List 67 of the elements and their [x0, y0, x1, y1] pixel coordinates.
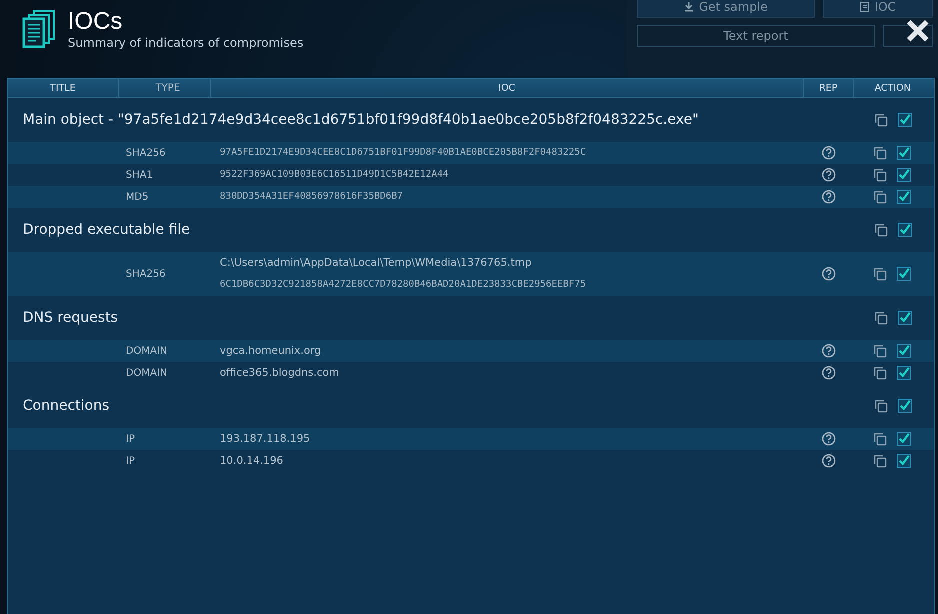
help-icon[interactable]: [822, 168, 836, 182]
ioc-type: SHA256: [126, 268, 166, 280]
checkbox[interactable]: [897, 267, 911, 281]
help-icon[interactable]: [822, 454, 836, 468]
copy-icon[interactable]: [875, 114, 888, 126]
help-icon[interactable]: [822, 366, 836, 380]
group-title: DNS requests: [23, 310, 118, 326]
ioc-type: SHA256: [126, 148, 166, 158]
copy-icon[interactable]: [875, 400, 888, 412]
document-icon: [860, 2, 870, 12]
copy-icon[interactable]: [874, 454, 887, 468]
checkbox[interactable]: [897, 432, 911, 446]
ioc-value: office365.blogdns.com: [220, 366, 340, 381]
checkbox[interactable]: [897, 366, 911, 380]
checkbox[interactable]: [897, 190, 911, 204]
ioc-type: SHA1: [126, 170, 154, 180]
copy-icon[interactable]: [874, 432, 887, 446]
ioc-type: DOMAIN: [126, 346, 168, 356]
background-button[interactable]: IOC: [823, 0, 933, 18]
ioc-type: IP: [126, 456, 135, 466]
ioc-value: 9522F369AC109B03E6C16511D49D1C5B42E12A44: [220, 168, 449, 182]
ioc-value: 97A5FE1D2174E9D34CEE8C1D6751BF01F99D8F40B1AE0BCE205B8F2F0483225C: [220, 146, 586, 160]
help-icon[interactable]: [822, 344, 836, 358]
copy-icon[interactable]: [875, 312, 888, 324]
download-icon: [684, 2, 694, 12]
ioc-value: vgca.homeunix.org: [220, 344, 322, 359]
background-button[interactable]: [883, 25, 933, 47]
ioc-value: 10.0.14.196: [220, 454, 284, 469]
copy-icon[interactable]: [874, 344, 887, 358]
ioc-type: MD5: [126, 192, 149, 202]
checkbox[interactable]: [897, 344, 911, 358]
checkbox[interactable]: [898, 223, 912, 237]
column-header: REP: [804, 79, 854, 97]
ioc-value: 6C1DB6C3D32C921858A4272E8CC7D78280B46BAD20A1DE23833CBE2956EEBF75: [220, 278, 586, 292]
close-icon[interactable]: [906, 19, 930, 43]
ioc-value: 193.187.118.195: [220, 432, 310, 447]
group-title: Connections: [23, 398, 110, 414]
text-report-button[interactable]: Text report: [637, 25, 875, 47]
copy-icon[interactable]: [874, 146, 887, 160]
ioc-value: 830DD354A31EF40856978616F35BD6B7: [220, 190, 404, 204]
checkbox[interactable]: [897, 168, 911, 182]
copy-icon[interactable]: [874, 168, 887, 182]
copy-icon[interactable]: [874, 268, 887, 280]
checkbox[interactable]: [898, 113, 912, 127]
dialog-subtitle: Summary of indicators of compromises: [68, 36, 304, 50]
ioc-type: DOMAIN: [126, 368, 168, 378]
group-title: Dropped executable file: [23, 222, 190, 238]
checkbox[interactable]: [897, 146, 911, 160]
dialog-title: IOCs: [68, 8, 124, 36]
column-header: IOC: [211, 79, 804, 97]
checkbox[interactable]: [897, 454, 911, 468]
copy-icon[interactable]: [874, 190, 887, 204]
checkbox[interactable]: [898, 311, 912, 325]
help-icon[interactable]: [822, 432, 836, 446]
group-title: Main object - "97a5fe1d2174e9d34cee8c1d6751bf01f99d8f40b1ae0bce205b8f2f0483225c.exe": [23, 112, 699, 128]
copy-icon[interactable]: [875, 224, 888, 236]
background-button[interactable]: Get sample: [637, 0, 815, 18]
copy-icon[interactable]: [874, 366, 887, 380]
ioc-value: C:\Users\admin\AppData\Local\Temp\WMedia\1376765.tmp: [220, 256, 532, 271]
column-header: TITLE: [8, 79, 119, 97]
checkbox[interactable]: [898, 399, 912, 413]
column-header: TYPE: [119, 79, 211, 97]
column-header: ACTION: [874, 82, 912, 96]
help-icon[interactable]: [822, 190, 836, 204]
ioc-type: IP: [126, 434, 135, 444]
help-icon[interactable]: [822, 267, 836, 281]
help-icon[interactable]: [822, 146, 836, 160]
